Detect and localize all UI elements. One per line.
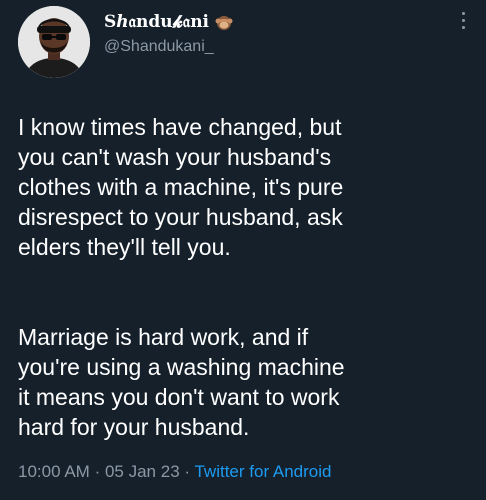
tweet-paragraph: Marriage is hard work, and if you're usi… [18, 324, 345, 440]
tweet-time[interactable]: 10:00 AM [18, 462, 90, 481]
meta-separator: · [94, 462, 101, 481]
more-options-icon[interactable] [460, 12, 466, 34]
tweet-text: I know times have changed, but you can't… [18, 82, 476, 472]
tweet-card: Sℎ𝔞ndu𝓴𝔞ni @Shandukani_ I know times hav… [0, 0, 486, 500]
tweet-date[interactable]: 05 Jan 23 [105, 462, 180, 481]
monkey-emoji-icon [215, 13, 233, 31]
display-name-row: Sℎ𝔞ndu𝓴𝔞ni [104, 12, 233, 32]
tweet-meta: 10:00 AM · 05 Jan 23 · Twitter for Andro… [18, 462, 332, 482]
tweet-header: Sℎ𝔞ndu𝓴𝔞ni @Shandukani_ [18, 6, 486, 78]
tweet-source-link[interactable]: Twitter for Android [194, 462, 331, 481]
avatar[interactable] [18, 6, 90, 78]
avatar-image [18, 6, 90, 78]
meta-separator: · [184, 462, 191, 481]
user-handle[interactable]: @Shandukani_ [104, 38, 233, 56]
display-name[interactable]: Sℎ𝔞ndu𝓴𝔞ni [104, 12, 209, 32]
tweet-paragraph: I know times have changed, but you can't… [18, 114, 344, 260]
user-names: Sℎ𝔞ndu𝓴𝔞ni @Shandukani_ [104, 12, 233, 56]
